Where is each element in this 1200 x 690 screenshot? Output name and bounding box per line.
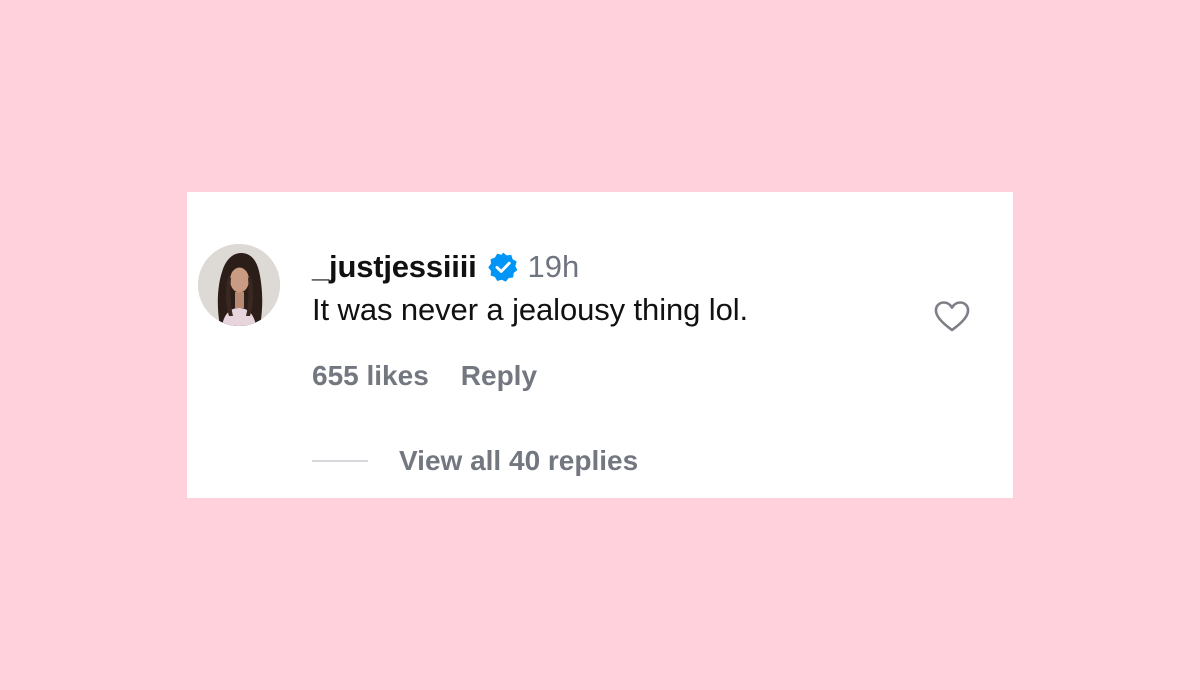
comment-text: It was never a jealousy thing lol. <box>312 292 749 327</box>
comment-meta: 655 likes Reply <box>312 360 537 392</box>
likes-count[interactable]: 655 likes <box>312 360 429 392</box>
avatar-photo <box>198 244 280 326</box>
avatar[interactable] <box>198 244 280 326</box>
comment-timestamp[interactable]: 19h <box>528 249 580 285</box>
verified-badge-icon <box>487 251 519 283</box>
replies-divider-line <box>312 460 368 462</box>
reply-button[interactable]: Reply <box>461 360 537 392</box>
heart-outline-icon[interactable] <box>932 296 972 336</box>
username[interactable]: _justjessiiii <box>312 249 477 285</box>
view-replies-label: View all 40 replies <box>399 445 639 476</box>
comment-card: _justjessiiii 19h It was never a jealous… <box>187 192 1013 498</box>
view-replies-button[interactable]: View all 40 replies <box>312 445 638 477</box>
comment-header: _justjessiiii 19h <box>312 246 579 288</box>
